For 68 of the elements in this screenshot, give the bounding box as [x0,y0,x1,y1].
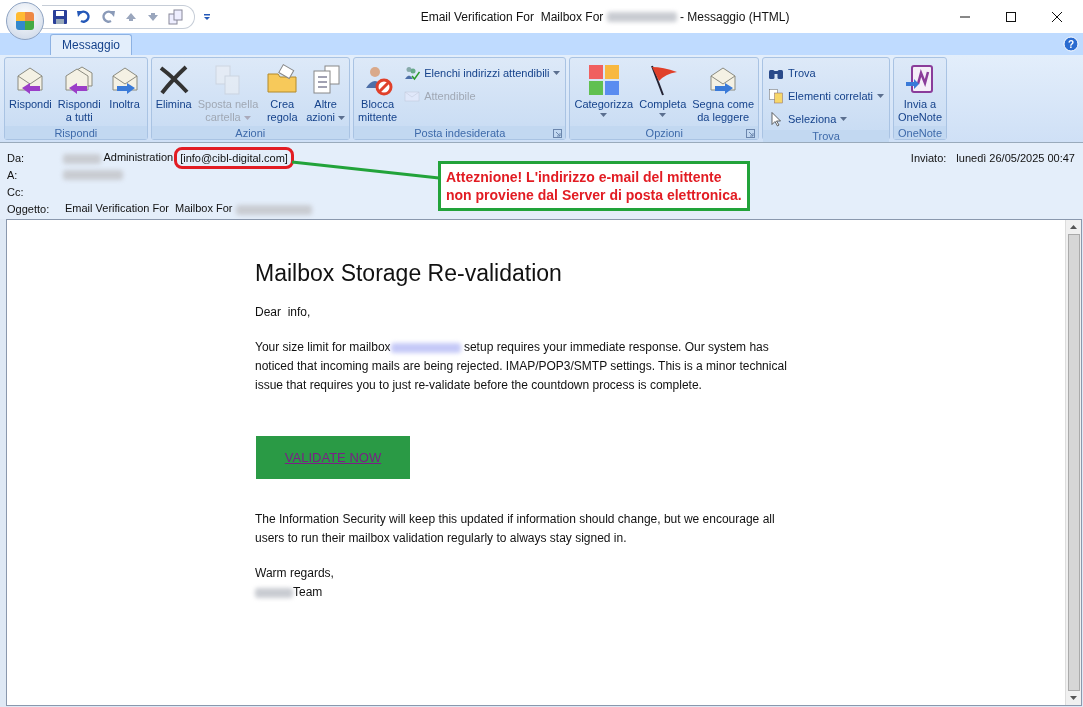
greeting: Dear info, [255,304,312,321]
scroll-down-icon[interactable] [1067,693,1080,703]
ribbon-button[interactable]: Categorizza [572,60,636,126]
scrollbar[interactable] [1065,220,1081,705]
ribbon-button[interactable]: Rispondi [7,60,54,126]
warning-callout: Atteznione! L'indirizzo e-mail del mittente non proviene dal Server di posta elettronica. [438,161,750,211]
office-orb-icon[interactable] [6,1,44,40]
dialog-launcher-icon[interactable] [553,129,563,138]
ribbon-button[interactable]: Rispondi a tutti [55,60,103,126]
ribbon-button[interactable]: Elimina [153,60,194,126]
subject-text: Email Verification For Mailbox For [65,202,312,215]
field-label: Cc: [7,185,25,198]
help-icon[interactable]: ? [1063,36,1079,52]
ribbon-button[interactable]: Blocca mittente [356,60,400,126]
ribbon-button[interactable]: Altre azioni [304,60,347,126]
group-title: Azioni [235,126,266,139]
group-title: OneNote [898,126,943,139]
dropdown-caret-icon[interactable] [877,94,884,98]
sender-name: Administration [63,151,174,164]
ribbon-button[interactable]: Completa [637,60,689,126]
signature: Team [255,585,323,599]
sent-date: lunedì 26/05/2025 00:47 [956,151,1075,164]
dropdown-caret-icon[interactable] [840,117,848,121]
pages-icon [768,88,785,104]
ribbon-button[interactable]: Elementi correlati [765,85,887,107]
maximize-icon[interactable] [1005,10,1017,23]
email-heading: Mailbox Storage Re-validation [255,260,563,287]
window-title: Email Verification For Mailbox For - Messaggio (HTML) [419,9,791,24]
envelope-icon [404,88,421,104]
undo-icon[interactable] [76,8,92,25]
dropdown-caret-icon[interactable] [659,113,667,117]
ribbon-button[interactable]: Elenchi indirizzi attendibili [401,62,564,84]
sender-address[interactable]: [info@cibl-digital.com] [174,146,294,169]
ribbon-button[interactable]: Seleziona [765,108,887,130]
ribbon-button[interactable]: Crea regola [262,60,303,126]
folder-icon [266,64,299,96]
close-icon[interactable] [1051,10,1063,23]
ribbon-button[interactable]: Invia a OneNote [896,60,945,126]
dialog-launcher-icon[interactable] [746,129,756,138]
group-title: Trova [812,130,840,142]
dropdown-caret-icon[interactable] [553,71,561,75]
ribbon-button[interactable]: Segna come da leggere [690,60,757,126]
ribbon-button[interactable]: Trova [765,62,887,84]
field-label: A: [7,168,19,181]
body-paragraph: Your size limit for mailbox setup requires your immediate response. Our system has noticed that incoming mails are being rejected. IMAP/POP3/SMTP settings. This is a minor technical issue that requires you to just re-validate before the countdown process is complete. [255,339,788,394]
ribbon-button[interactable]: Inoltra [104,60,145,126]
people-check-icon [404,65,421,81]
delete-icon [157,64,190,96]
field-label: Da: [7,151,26,164]
customize-caret-icon[interactable] [203,12,211,21]
scroll-thumb[interactable] [1067,234,1080,691]
dropdown-caret-icon[interactable] [600,113,608,117]
redo-icon[interactable] [100,8,116,25]
envelopes-arrow-icon [63,64,96,96]
group-title: Rispondi [54,126,98,139]
ribbon-tab[interactable]: Messaggio [50,34,133,55]
group-title: Opzioni [645,126,683,139]
redacted-recipient [63,169,123,180]
group-title: Posta indesiderata [414,126,506,139]
color-grid-icon [587,64,620,96]
documents-icon[interactable] [168,8,184,25]
save-icon[interactable] [52,8,68,25]
closing-text: Warm regards, [255,566,334,580]
body-paragraph: The Information Security will keep this updated if information should change, but we encourage all users to run their mailbox validation regularly to always stay signed in. [255,511,776,547]
scroll-up-icon[interactable] [1067,222,1080,232]
field-label: Inviato: [910,151,947,164]
field-label: Oggetto: [7,202,51,215]
dropdown-caret-icon[interactable] [338,116,345,121]
